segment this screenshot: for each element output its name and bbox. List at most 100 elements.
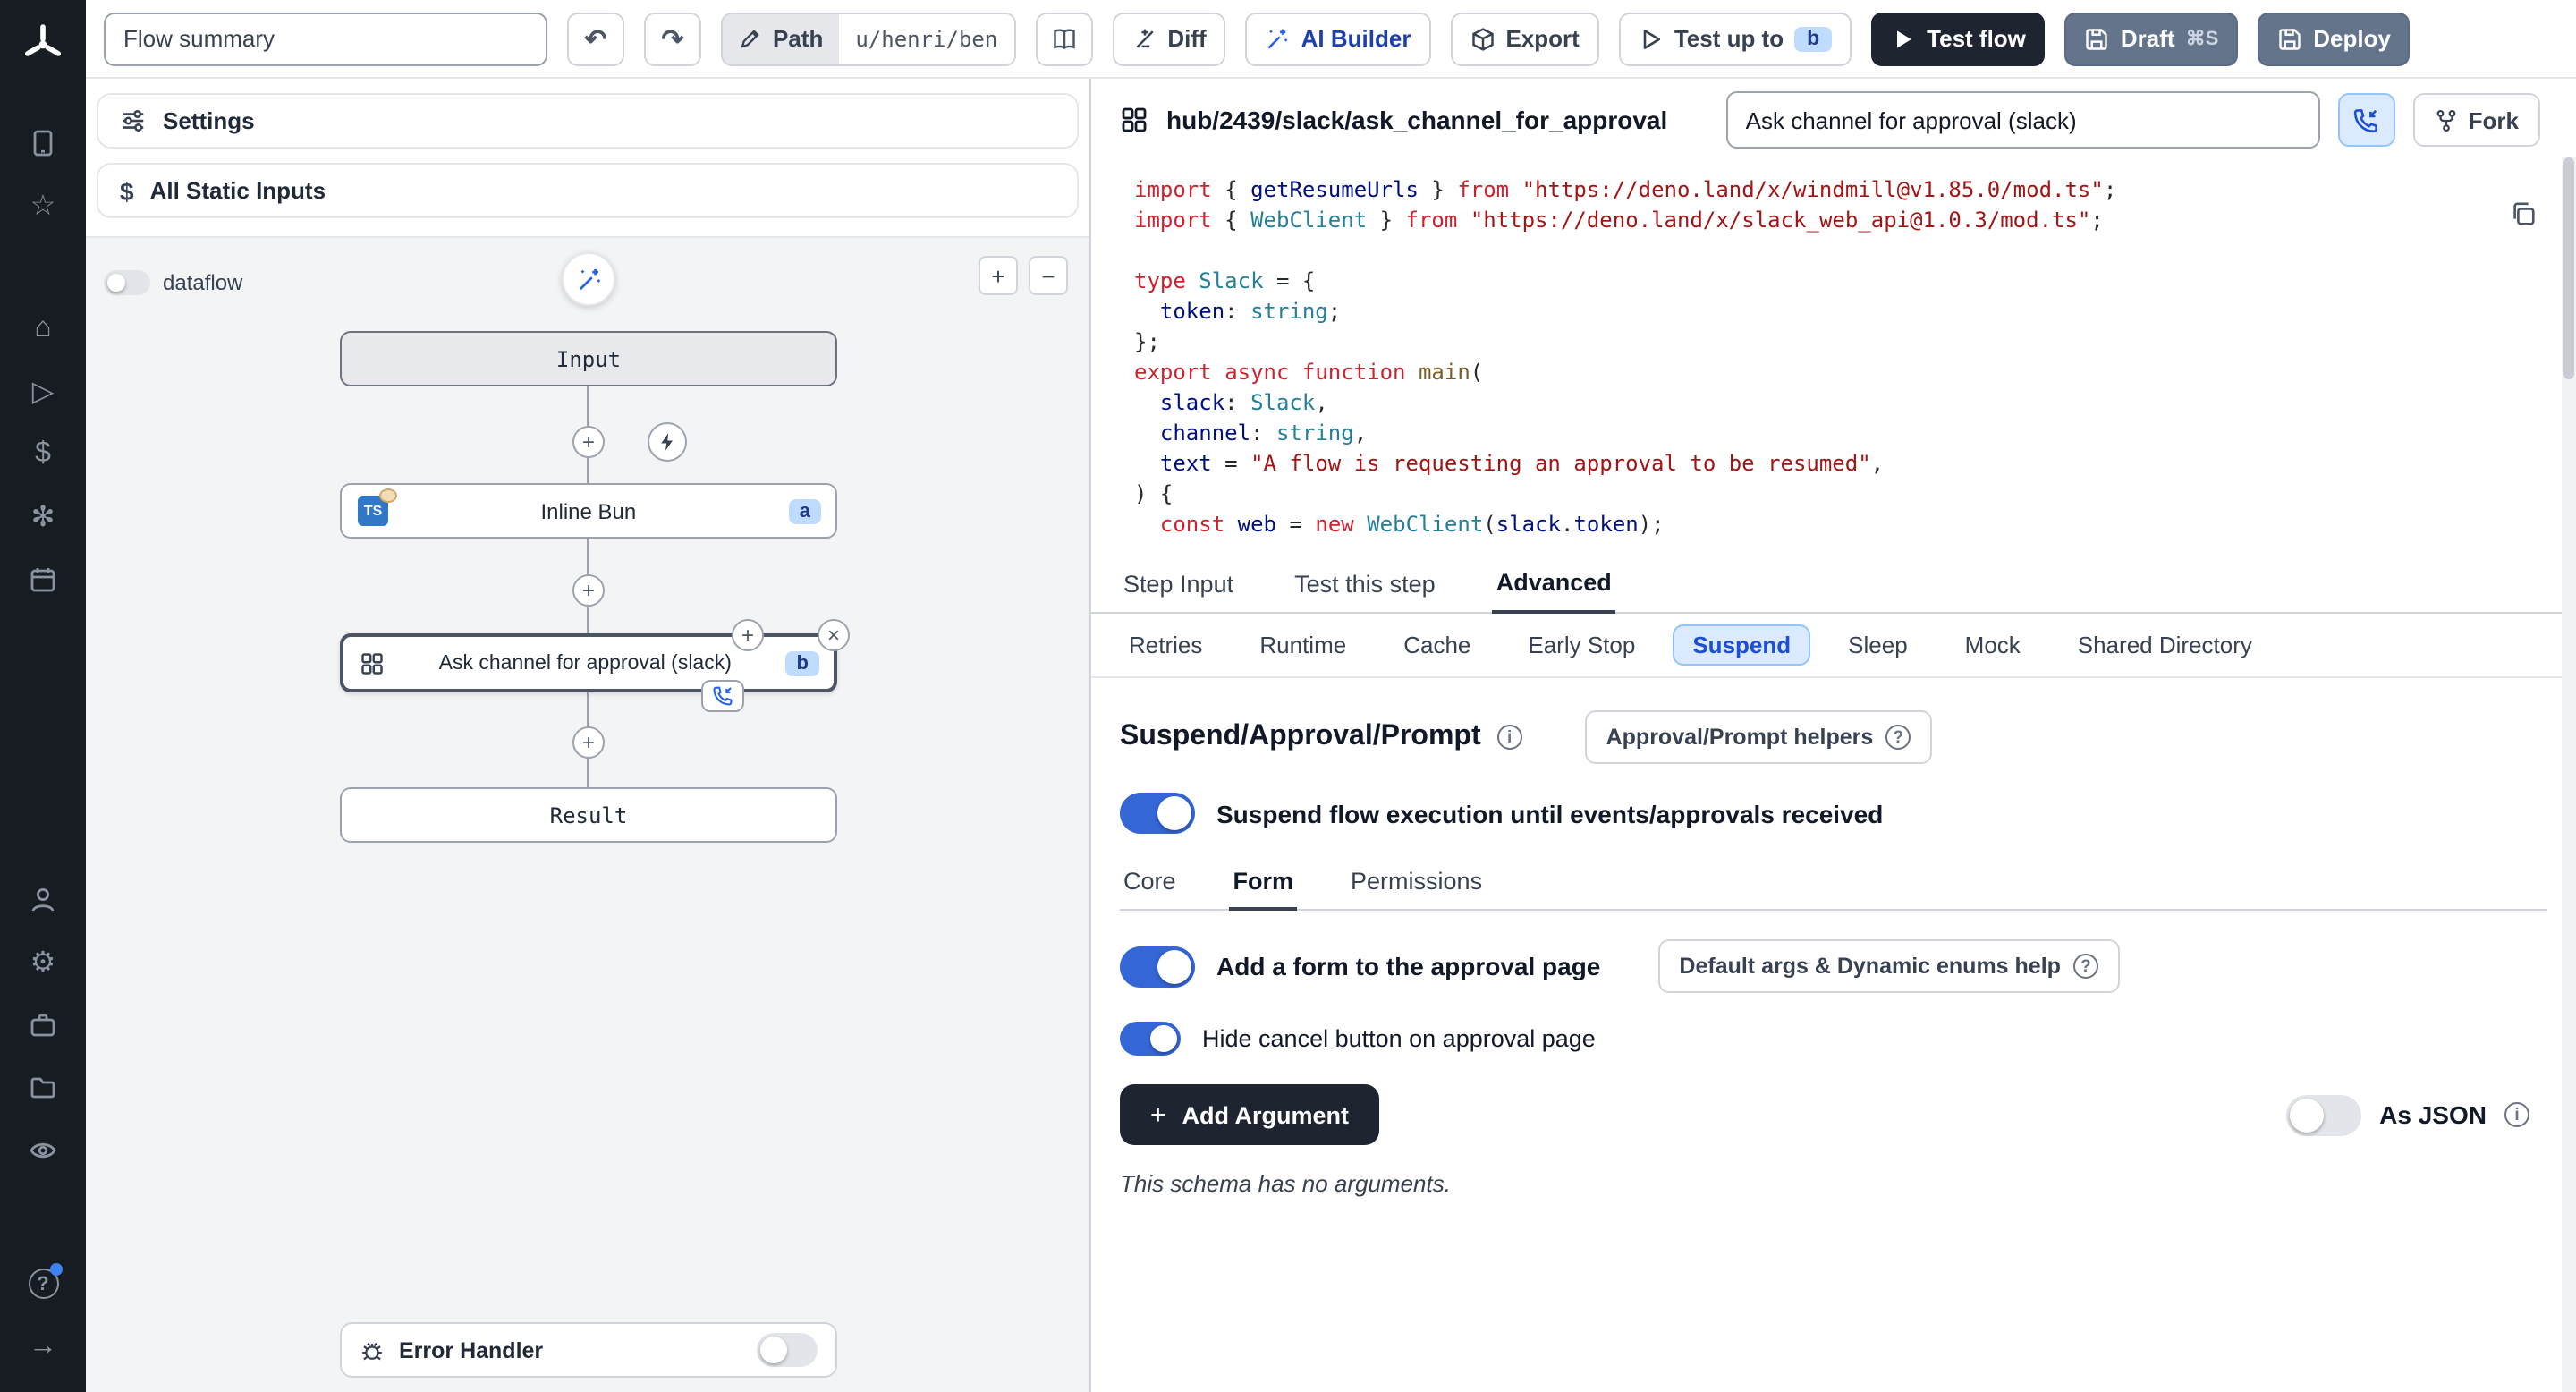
dataflow-toggle[interactable] <box>104 270 150 295</box>
users-icon[interactable] <box>0 868 86 930</box>
default-args-help-button[interactable]: Default args & Dynamic enums help ? <box>1657 939 2120 993</box>
variables-icon[interactable]: $ <box>0 422 86 485</box>
export-icon <box>1470 26 1495 51</box>
hub-script-icon <box>360 650 385 675</box>
tab-test-this-step[interactable]: Test this step <box>1291 560 1439 612</box>
help-circle-icon: ? <box>1885 725 1911 750</box>
error-handler-toggle[interactable] <box>757 1333 818 1367</box>
test-flow-button[interactable]: Test flow <box>1871 12 2046 65</box>
bolt-icon <box>657 431 678 453</box>
add-step-button[interactable]: + <box>572 726 605 759</box>
all-static-inputs-label: All Static Inputs <box>150 177 326 204</box>
test-up-to-button[interactable]: Test up to b <box>1619 12 1852 65</box>
workers-icon[interactable] <box>0 993 86 1056</box>
schedules-icon[interactable] <box>0 547 86 610</box>
save-icon <box>2277 26 2302 51</box>
tab-suspend[interactable]: Suspend <box>1673 624 1810 666</box>
error-handler-row[interactable]: Error Handler <box>340 1322 837 1378</box>
diff-button[interactable]: Diff <box>1112 12 1225 65</box>
hide-cancel-label: Hide cancel button on approval page <box>1202 1025 1596 1052</box>
ai-flow-button[interactable] <box>562 252 615 306</box>
error-handler-label: Error Handler <box>399 1337 543 1362</box>
all-static-inputs-row[interactable]: $ All Static Inputs <box>97 163 1079 218</box>
tab-retries[interactable]: Retries <box>1109 624 1222 666</box>
suspend-phone-icon <box>701 680 744 712</box>
dollar-icon: $ <box>120 176 134 205</box>
info-icon[interactable]: i <box>1497 725 1522 750</box>
flow-summary-input[interactable] <box>104 12 547 65</box>
tab-step-input[interactable]: Step Input <box>1120 560 1237 612</box>
deploy-button[interactable]: Deploy <box>2258 12 2411 65</box>
docs-book-button[interactable] <box>1035 12 1092 65</box>
redo-button[interactable]: ↷ <box>644 12 701 65</box>
approval-helpers-button[interactable]: Approval/Prompt helpers ? <box>1585 710 1933 764</box>
windmill-logo[interactable] <box>16 18 70 72</box>
zoom-out-button[interactable]: − <box>1029 256 1068 295</box>
pencil-icon <box>739 27 762 50</box>
insert-step-button[interactable]: + <box>732 619 764 651</box>
tab-sleep[interactable]: Sleep <box>1828 624 1928 666</box>
step-tabs: Step Input Test this step Advanced <box>1091 558 2576 614</box>
node-input[interactable]: Input <box>340 331 837 386</box>
tab-form[interactable]: Form <box>1230 859 1298 911</box>
fork-button[interactable]: Fork <box>2413 93 2540 147</box>
as-json-toggle[interactable] <box>2286 1094 2361 1135</box>
dataflow-toggle-row: dataflow <box>104 270 242 295</box>
tab-shared-directory[interactable]: Shared Directory <box>2058 624 2272 666</box>
zoom-in-button[interactable]: + <box>979 256 1018 295</box>
code-editor[interactable]: import { getResumeUrls } from "https://d… <box>1091 161 2576 558</box>
home-icon[interactable]: ⌂ <box>0 297 86 360</box>
hub-path-link[interactable]: hub/2439/slack/ask_channel_for_approval <box>1166 106 1667 134</box>
apps-icon[interactable] <box>0 111 86 174</box>
suspend-indicator-button[interactable] <box>2338 93 2395 147</box>
node-result[interactable]: Result <box>340 787 837 843</box>
settings-gear-icon[interactable]: ⚙ <box>0 930 86 993</box>
add-step-button[interactable]: + <box>572 426 605 458</box>
delete-step-button[interactable]: × <box>818 619 850 651</box>
tab-core[interactable]: Core <box>1120 859 1180 909</box>
flow-settings-row[interactable]: Settings <box>97 93 1079 149</box>
trigger-bolt-button[interactable] <box>648 422 687 462</box>
suspend-toggle[interactable] <box>1120 793 1195 834</box>
tab-mock[interactable]: Mock <box>1945 624 2040 666</box>
add-argument-button[interactable]: + Add Argument <box>1120 1084 1379 1145</box>
export-button[interactable]: Export <box>1450 12 1598 65</box>
hide-cancel-toggle[interactable] <box>1120 1022 1181 1056</box>
step-name-input[interactable] <box>1726 91 2320 149</box>
form-toggle[interactable] <box>1120 946 1195 987</box>
scrollbar-thumb[interactable] <box>2563 157 2574 379</box>
draft-button[interactable]: Draft ⌘S <box>2065 12 2238 65</box>
node-inline-bun[interactable]: TS Inline Bun a <box>340 483 837 539</box>
undo-button[interactable]: ↶ <box>567 12 624 65</box>
app-sidebar: ☆ ⌂ ▷ $ ✻ ⚙ ? → <box>0 0 86 1392</box>
tab-early-stop[interactable]: Early Stop <box>1508 624 1655 666</box>
help-icon[interactable]: ? <box>0 1252 86 1315</box>
hide-cancel-row: Hide cancel button on approval page <box>1091 993 2576 1056</box>
ai-builder-label: AI Builder <box>1301 25 1411 52</box>
copy-code-button[interactable] <box>2510 200 2537 236</box>
play-icon <box>1639 26 1664 51</box>
path-selector[interactable]: Path u/henri/ben <box>721 12 1015 65</box>
collapse-sidebar-icon[interactable]: → <box>0 1315 86 1378</box>
flows-icon[interactable]: ✻ <box>0 485 86 547</box>
tab-permissions[interactable]: Permissions <box>1347 859 1486 909</box>
tab-runtime[interactable]: Runtime <box>1240 624 1366 666</box>
info-icon[interactable]: i <box>2504 1102 2529 1127</box>
flow-graph: dataflow + − Input + TS Inl <box>86 236 1089 1392</box>
star-icon[interactable]: ☆ <box>0 174 86 236</box>
node-label: Inline Bun <box>388 498 789 523</box>
flow-editor-panel: Settings $ All Static Inputs dataflow + … <box>86 79 1091 1392</box>
audit-logs-icon[interactable] <box>0 1118 86 1181</box>
fork-icon <box>2435 108 2458 132</box>
folders-icon[interactable] <box>0 1056 86 1118</box>
ai-builder-button[interactable]: AI Builder <box>1246 12 1431 65</box>
node-approval-selected[interactable]: Ask channel for approval (slack) b + × <box>340 633 837 692</box>
test-flow-label: Test flow <box>1927 25 2026 52</box>
add-step-button[interactable]: + <box>572 574 605 607</box>
plus-icon: + <box>1150 1099 1166 1130</box>
path-chip: Path <box>723 13 839 64</box>
add-argument-label: Add Argument <box>1182 1101 1350 1128</box>
tab-advanced[interactable]: Advanced <box>1493 558 1615 614</box>
runs-icon[interactable]: ▷ <box>0 360 86 422</box>
tab-cache[interactable]: Cache <box>1384 624 1490 666</box>
